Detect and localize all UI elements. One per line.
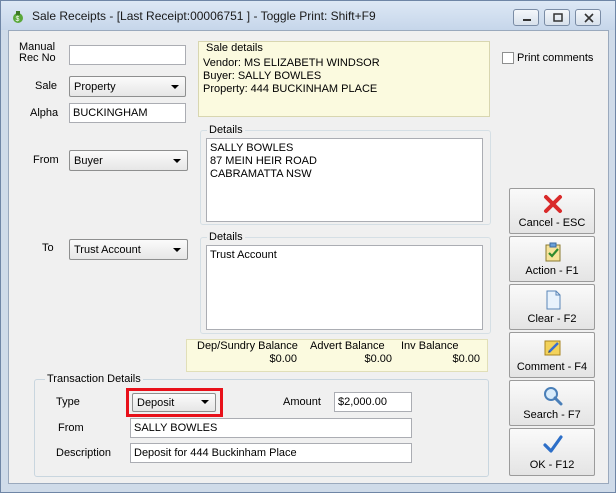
minimize-button[interactable]: [513, 9, 539, 26]
balances-panel: Dep/Sundry Balance $0.00 Advert Balance …: [186, 339, 488, 372]
comment-note-icon: [544, 340, 561, 356]
description-input[interactable]: Deposit for 444 Buckinham Place: [130, 443, 412, 463]
comment-button[interactable]: Comment - F4: [509, 332, 595, 378]
description-label: Description: [56, 447, 112, 459]
sale-details-property: Property: 444 BUCKINHAM PLACE: [203, 83, 378, 95]
blank-page-icon: [546, 290, 561, 310]
print-comments-label: Print comments: [517, 52, 594, 64]
alpha-input[interactable]: BUCKINGHAM: [69, 103, 186, 123]
from-select[interactable]: Buyer: [69, 150, 188, 171]
amount-input[interactable]: $2,000.00: [334, 392, 412, 412]
chevron-down-icon: [173, 159, 181, 163]
magnifier-icon: [544, 387, 563, 406]
title-bar[interactable]: $ Sale Receipts - [Last Receipt:00006751…: [1, 1, 615, 30]
from-details-title: Details: [207, 124, 245, 136]
sale-receipts-window: $ Sale Receipts - [Last Receipt:00006751…: [0, 0, 616, 493]
to-details-group: Details Trust Account: [200, 231, 491, 334]
alpha-label: Alpha: [30, 107, 59, 119]
from-details-line2: 87 MEIN HEIR ROAD: [210, 155, 317, 167]
type-select[interactable]: Deposit: [132, 393, 216, 412]
to-select[interactable]: Trust Account: [69, 239, 188, 260]
to-details-line1: Trust Account: [210, 249, 277, 261]
amount-label: Amount: [283, 396, 321, 408]
from-details-line3: CABRAMATTA NSW: [210, 168, 312, 180]
manual-rec-no-label: Manual Rec No: [19, 42, 56, 64]
svg-text:$: $: [16, 16, 20, 23]
clear-button-label: Clear - F2: [527, 313, 577, 325]
sale-details-title: Sale details: [206, 42, 263, 54]
cancel-button-label: Cancel - ESC: [518, 217, 586, 229]
from-details-textbox[interactable]: SALLY BOWLES 87 MEIN HEIR ROAD CABRAMATT…: [206, 138, 483, 222]
chevron-down-icon: [173, 248, 181, 252]
transaction-from-label: From: [58, 422, 84, 434]
ok-button[interactable]: OK - F12: [509, 428, 595, 476]
cancel-button[interactable]: Cancel - ESC: [509, 188, 595, 234]
sale-details-panel: Sale details Vendor: MS ELIZABETH WINDSO…: [198, 41, 490, 117]
maximize-button[interactable]: [544, 9, 570, 26]
advert-balance-value: $0.00: [364, 353, 392, 365]
checkmark-icon: [543, 435, 563, 453]
dep-sundry-balance-label: Dep/Sundry Balance: [197, 340, 298, 352]
inv-balance-label: Inv Balance: [401, 340, 459, 352]
search-button-label: Search - F7: [523, 409, 581, 421]
manual-rec-no-input[interactable]: [69, 45, 186, 65]
cancel-x-icon: [544, 195, 562, 213]
from-label: From: [33, 154, 59, 166]
from-details-group: Details SALLY BOWLES 87 MEIN HEIR ROAD C…: [200, 124, 491, 225]
minimize-icon: [523, 19, 531, 21]
window-client-area: Manual Rec No Sale Property Alpha BUCKIN…: [8, 30, 609, 484]
action-button[interactable]: Action - F1: [509, 236, 595, 282]
action-clipboard-icon: [545, 242, 561, 262]
clear-button[interactable]: Clear - F2: [509, 284, 595, 330]
action-button-label: Action - F1: [525, 265, 579, 277]
to-label: To: [42, 242, 54, 254]
sale-details-vendor: Vendor: MS ELIZABETH WINDSOR: [203, 57, 380, 69]
window-title: Sale Receipts - [Last Receipt:00006751 ]…: [32, 9, 376, 23]
from-details-line1: SALLY BOWLES: [210, 142, 294, 154]
advert-balance-label: Advert Balance: [310, 340, 385, 352]
type-select-value: Deposit: [137, 397, 175, 409]
sale-label: Sale: [35, 80, 58, 92]
transaction-from-input[interactable]: SALLY BOWLES: [130, 418, 412, 438]
rec-no-label-line2: Rec No: [19, 52, 56, 64]
from-select-value: Buyer: [74, 155, 103, 167]
type-label: Type: [56, 396, 80, 408]
ok-button-label: OK - F12: [529, 459, 575, 471]
inv-balance-value: $0.00: [452, 353, 480, 365]
maximize-icon: [553, 13, 563, 22]
print-comments-checkbox[interactable]: [502, 52, 514, 64]
sale-details-buyer: Buyer: SALLY BOWLES: [203, 70, 322, 82]
sale-select-value: Property: [74, 81, 116, 93]
comment-button-label: Comment - F4: [516, 361, 588, 373]
to-select-value: Trust Account: [74, 244, 141, 256]
to-details-title: Details: [207, 231, 245, 243]
close-button[interactable]: [575, 9, 601, 26]
sale-select[interactable]: Property: [69, 76, 186, 97]
to-details-textbox[interactable]: Trust Account: [206, 245, 483, 330]
dep-sundry-balance-value: $0.00: [269, 353, 297, 365]
chevron-down-icon: [201, 400, 209, 404]
app-icon: $: [13, 11, 23, 23]
search-button[interactable]: Search - F7: [509, 380, 595, 426]
transaction-details-title: Transaction Details: [45, 373, 143, 385]
chevron-down-icon: [171, 85, 179, 89]
close-icon: [584, 13, 594, 23]
